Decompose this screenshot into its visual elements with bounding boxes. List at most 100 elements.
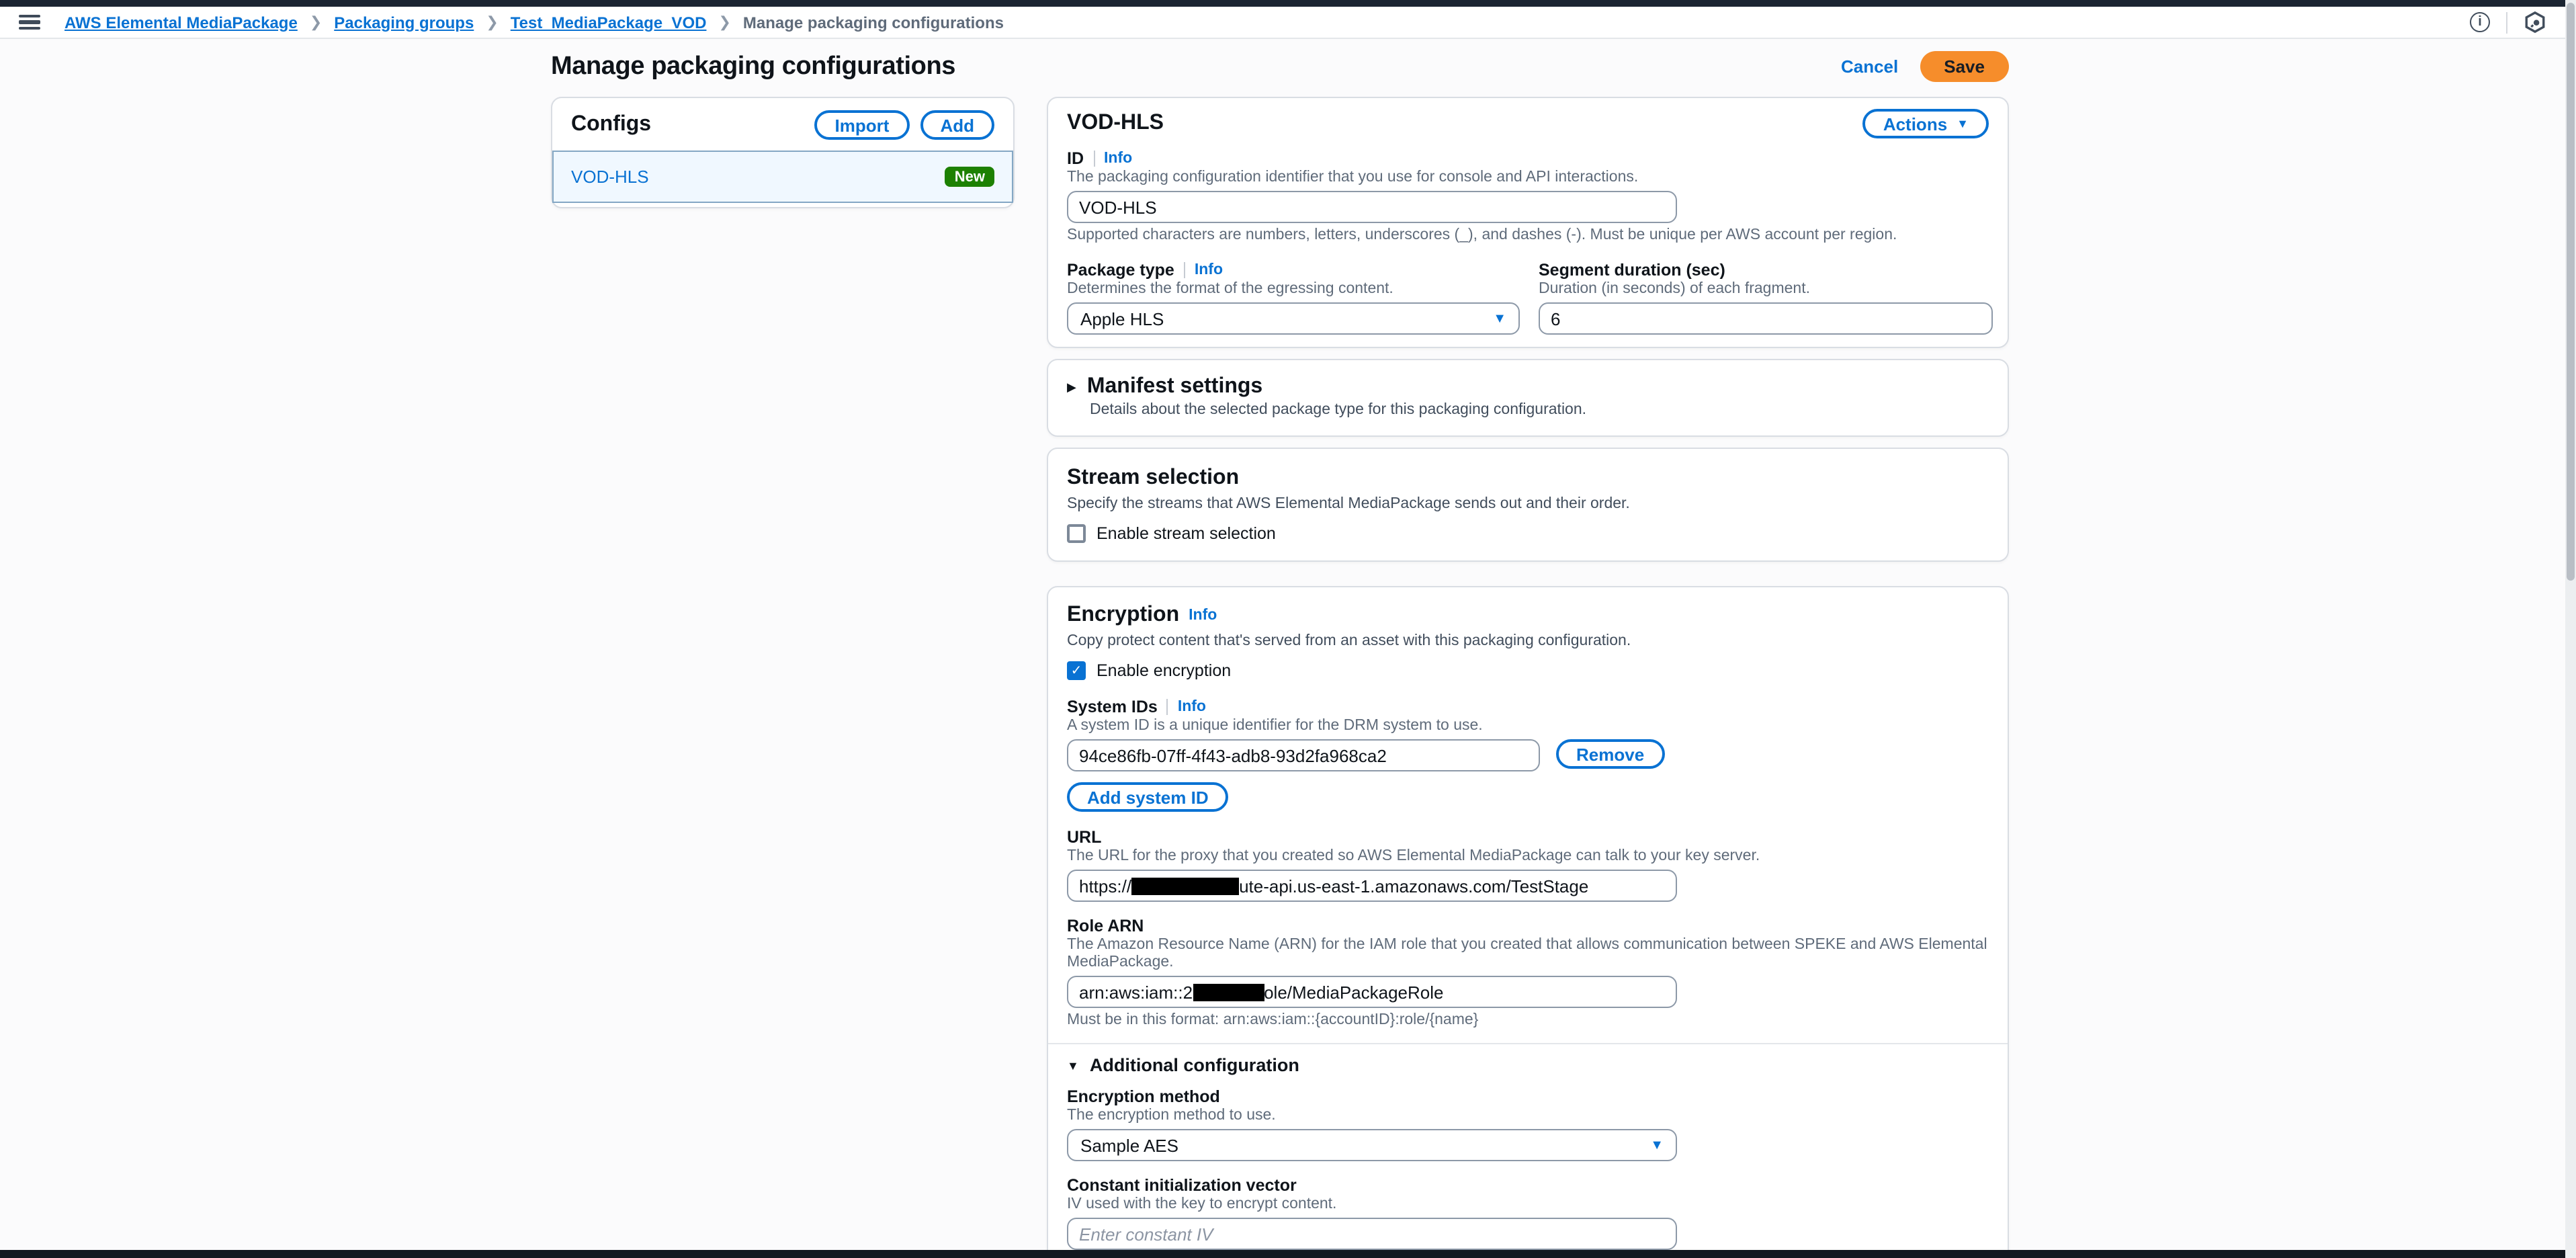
general-settings-card: VOD-HLS Actions ▼ ID Info The p [1047,97,2009,348]
role-arn-value-prefix: arn:aws:iam::2 [1079,982,1193,1002]
breadcrumb-separator-icon: ❯ [310,13,322,31]
enable-encryption-label: Enable encryption [1097,661,1231,680]
chevron-down-icon: ▼ [1957,117,1969,130]
system-ids-label: System IDs [1067,697,1158,716]
section-divider [1048,1043,2008,1044]
breadcrumb-current-page: Manage packaging configurations [743,13,1004,32]
remove-system-id-button[interactable]: Remove [1556,739,1664,769]
encryption-method-label: Encryption method [1067,1087,1220,1105]
url-input[interactable]: https:// ute-api.us-east-1.amazonaws.com/… [1067,870,1677,902]
role-arn-input[interactable]: arn:aws:iam::2 ole/MediaPackageRole [1067,976,1677,1008]
config-item-link[interactable]: VOD-HLS [571,167,649,187]
id-info-link[interactable]: Info [1104,150,1132,166]
breadcrumb: AWS Elemental MediaPackage ❯ Packaging g… [65,13,1004,32]
segment-duration-input[interactable] [1539,302,1993,335]
import-button[interactable]: Import [815,110,910,140]
enable-encryption-checkbox-row[interactable]: ✓ Enable encryption [1067,660,1989,681]
add-system-id-button[interactable]: Add system ID [1067,782,1229,812]
label-divider [1167,698,1168,714]
actions-dropdown-button[interactable]: Actions ▼ [1863,109,1989,138]
breadcrumb-packaging-groups[interactable]: Packaging groups [334,13,474,32]
main-content: Manage packaging configurations Cancel S… [551,51,2009,1258]
breadcrumb-separator-icon: ❯ [486,13,498,31]
info-icon[interactable]: i [2470,12,2490,32]
cloudshell-icon[interactable] [2524,11,2546,34]
additional-configuration-expander[interactable]: ▼ Additional configuration [1067,1055,1989,1075]
url-description: The URL for the proxy that you created s… [1067,848,1989,866]
chevron-down-icon: ▼ [1650,1138,1664,1152]
breadcrumb-toolbar: AWS Elemental MediaPackage ❯ Packaging g… [0,7,2565,39]
additional-configuration-title: Additional configuration [1090,1055,1299,1075]
encryption-card: Encryption Info Copy protect content tha… [1047,586,2009,1258]
constant-iv-input[interactable] [1067,1218,1677,1250]
label-divider [1184,261,1185,278]
hamburger-menu-icon[interactable] [19,14,40,30]
toolbar-divider [2506,11,2507,33]
configs-panel-title: Configs [571,113,651,137]
encryption-info-link[interactable]: Info [1189,607,1217,624]
stream-selection-card: Stream selection Specify the streams tha… [1047,448,2009,562]
package-type-info-link[interactable]: Info [1195,261,1223,278]
checkbox-checked-icon[interactable]: ✓ [1067,661,1086,680]
package-type-selected-value: Apple HLS [1080,308,1164,329]
redacted-text [1193,983,1264,1001]
top-chrome-strip [0,0,2565,7]
config-detail-title: VOD-HLS [1067,112,1164,136]
encryption-title: Encryption [1067,603,1179,628]
encryption-method-select[interactable]: Sample AES ▼ [1067,1129,1677,1161]
enable-stream-selection-checkbox-row[interactable]: Enable stream selection [1067,523,1989,544]
redacted-text [1131,877,1239,894]
breadcrumb-packaging-group[interactable]: Test_MediaPackage_VOD [511,13,707,32]
id-field-description: The packaging configuration identifier t… [1067,169,1989,187]
constant-iv-label: Constant initialization vector [1067,1175,1297,1194]
page-title: Manage packaging configurations [551,52,955,81]
role-arn-value-suffix: ole/MediaPackageRole [1264,982,1443,1002]
chevron-down-icon: ▼ [1493,311,1506,326]
add-button[interactable]: Add [920,110,994,140]
url-label: URL [1067,827,1101,846]
mediapackage-console: AWS Elemental MediaPackage ❯ Packaging g… [0,0,2576,1258]
configs-panel: Configs Import Add VOD-HLS New [551,97,1015,208]
config-list-item-vod-hls[interactable]: VOD-HLS New [552,151,1013,203]
cancel-button[interactable]: Cancel [1841,56,1898,77]
url-value-suffix: ute-api.us-east-1.amazonaws.com/TestStag… [1239,876,1588,896]
page-scrollbar[interactable] [2565,0,2576,1258]
breadcrumb-separator-icon: ❯ [718,13,730,31]
segment-duration-label: Segment duration (sec) [1539,260,1725,279]
encryption-description: Copy protect content that's served from … [1067,633,1989,651]
encryption-method-description: The encryption method to use. [1067,1107,1989,1125]
scrollbar-thumb[interactable] [2567,3,2575,581]
chevron-right-icon: ▶ [1067,380,1076,394]
role-arn-description: The Amazon Resource Name (ARN) for the I… [1067,937,1989,972]
id-field-label: ID [1067,149,1084,167]
checkbox-unchecked-icon[interactable] [1067,524,1086,543]
manifest-settings-expander[interactable]: ▶ Manifest settings [1067,375,1989,399]
manifest-settings-description: Details about the selected package type … [1090,402,1989,419]
stream-selection-title: Stream selection [1067,466,1239,491]
url-value-prefix: https:// [1079,876,1131,896]
manifest-settings-title: Manifest settings [1087,375,1262,399]
bottom-chrome-strip [0,1250,2565,1258]
role-arn-label: Role ARN [1067,916,1144,935]
config-detail-panel: VOD-HLS Actions ▼ ID Info The p [1047,97,2009,1258]
stream-selection-description: Specify the streams that AWS Elemental M… [1067,496,1989,513]
chevron-down-icon: ▼ [1067,1058,1079,1072]
role-arn-constraint-text: Must be in this format: arn:aws:iam::{ac… [1067,1012,1989,1030]
system-ids-info-link[interactable]: Info [1178,698,1206,714]
package-type-select[interactable]: Apple HLS ▼ [1067,302,1520,335]
segment-duration-description: Duration (in seconds) of each fragment. [1539,281,1993,298]
package-type-description: Determines the format of the egressing c… [1067,281,1520,298]
breadcrumb-mediapackage[interactable]: AWS Elemental MediaPackage [65,13,298,32]
save-button[interactable]: Save [1920,51,2009,82]
new-badge: New [945,167,994,187]
package-type-label: Package type [1067,260,1174,279]
system-ids-description: A system ID is a unique identifier for t… [1067,718,1989,735]
encryption-method-selected-value: Sample AES [1080,1135,1178,1155]
system-id-input[interactable] [1067,739,1540,771]
enable-stream-selection-label: Enable stream selection [1097,524,1276,543]
id-constraint-text: Supported characters are numbers, letter… [1067,227,1989,245]
manifest-settings-card: ▶ Manifest settings Details about the se… [1047,359,2009,437]
label-divider [1093,150,1094,166]
id-input[interactable] [1067,191,1677,223]
constant-iv-description: IV used with the key to encrypt content. [1067,1196,1989,1214]
